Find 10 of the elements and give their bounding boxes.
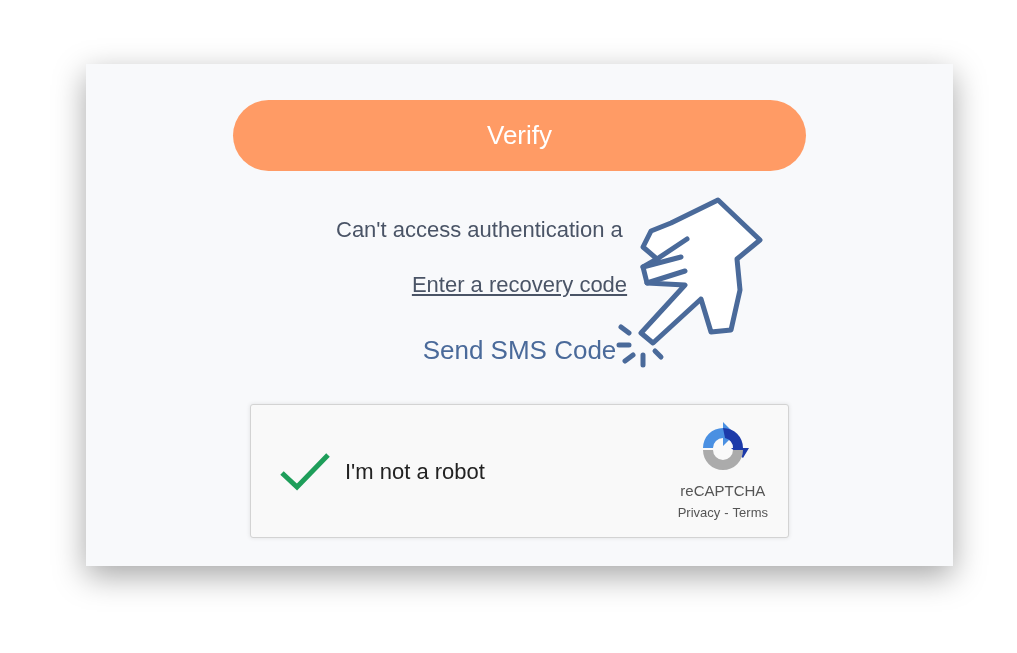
checkmark-icon	[279, 451, 331, 491]
link-separator: -	[724, 503, 729, 522]
privacy-link[interactable]: Privacy	[677, 502, 721, 522]
terms-link[interactable]: Terms	[732, 502, 768, 522]
robot-label: I'm not a robot	[345, 457, 485, 486]
recaptcha-brand: reCAPTCHA	[680, 481, 766, 501]
recovery-code-link[interactable]: Enter a recovery code	[411, 268, 628, 301]
help-text: Can't access authentication a	[336, 216, 623, 244]
send-sms-link[interactable]: Send SMS Code	[422, 331, 617, 370]
robot-checkbox[interactable]	[279, 451, 333, 491]
